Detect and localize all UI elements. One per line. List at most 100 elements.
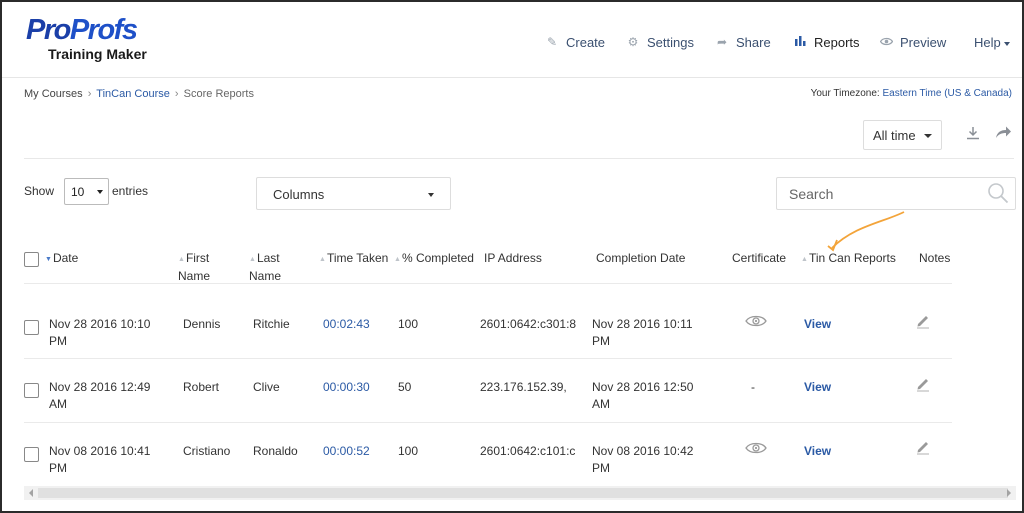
column-header-pct-completed[interactable]: ▲% Completed bbox=[394, 250, 474, 268]
search-icon[interactable] bbox=[987, 182, 1009, 204]
column-header-certificate: Certificate bbox=[732, 251, 787, 265]
certificate-none: - bbox=[751, 380, 755, 394]
certificate-eye-icon[interactable] bbox=[745, 441, 767, 455]
app-window: ProProfs Training Maker ✎ Create ⚙ Setti… bbox=[0, 0, 1024, 513]
time-filter-value: All time bbox=[873, 128, 916, 143]
divider bbox=[24, 158, 1014, 159]
nav-reports[interactable]: Reports bbox=[793, 32, 860, 52]
tin-can-view-link[interactable]: View bbox=[804, 379, 831, 396]
timezone-label: Your Timezone: bbox=[810, 88, 880, 99]
show-label: Show bbox=[24, 184, 55, 198]
cell-time-taken[interactable]: 00:00:30 bbox=[323, 379, 370, 396]
cell-ip-address: 223.176.152.39, bbox=[480, 380, 567, 394]
logo-wordmark-profs: Profs bbox=[69, 14, 138, 46]
timezone-info: Your Timezone: Eastern Time (US & Canada… bbox=[811, 88, 1012, 99]
caret-down-icon bbox=[97, 190, 103, 194]
proprofs-logo[interactable]: ProProfs Training Maker bbox=[26, 16, 166, 64]
cell-date-value: Nov 28 2016 12:49 bbox=[49, 380, 151, 394]
breadcrumb-separator: › bbox=[87, 88, 92, 100]
row-checkbox[interactable] bbox=[24, 447, 39, 462]
scroll-left-icon[interactable] bbox=[29, 489, 33, 497]
caret-down-icon bbox=[428, 193, 434, 197]
cell-date: Nov 28 2016 10:10 PM bbox=[49, 316, 150, 350]
divider bbox=[24, 283, 952, 284]
nav-create[interactable]: ✎ Create bbox=[545, 32, 605, 52]
cell-pct-completed: 50 bbox=[398, 380, 412, 394]
nav-help-label: Help bbox=[974, 34, 1001, 50]
cell-date-value: Nov 08 2016 10:41 bbox=[49, 444, 151, 458]
breadcrumb-course[interactable]: TinCan Course bbox=[96, 88, 170, 100]
breadcrumb: My Courses › TinCan Course › Score Repor… bbox=[24, 88, 254, 100]
horizontal-scrollbar[interactable] bbox=[24, 486, 1016, 500]
sort-icon: ▲ bbox=[801, 256, 808, 263]
cell-last-name: Ronaldo bbox=[253, 444, 298, 458]
divider bbox=[24, 358, 952, 359]
nav-settings-label: Settings bbox=[647, 34, 694, 50]
tin-can-view-link[interactable]: View bbox=[804, 316, 831, 333]
timezone-link[interactable]: Eastern Time (US & Canada) bbox=[883, 88, 1013, 99]
sort-icon: ▲ bbox=[249, 256, 256, 263]
nav-preview-label: Preview bbox=[900, 34, 947, 50]
cell-last-name: Clive bbox=[253, 380, 280, 394]
row-checkbox[interactable] bbox=[24, 320, 39, 335]
entries-select[interactable]: 10 bbox=[64, 178, 109, 205]
column-header-first-name[interactable]: ▲First Name bbox=[178, 250, 238, 285]
breadcrumb-my-courses[interactable]: My Courses bbox=[24, 88, 83, 100]
sort-icon: ▲ bbox=[178, 256, 185, 263]
divider bbox=[24, 422, 952, 423]
cell-date-value: Nov 28 2016 10:10 bbox=[49, 317, 151, 331]
column-header-last-name[interactable]: ▲Last Name bbox=[249, 250, 299, 285]
cell-date-ampm: PM bbox=[49, 334, 67, 348]
nav-create-label: Create bbox=[566, 34, 606, 50]
gear-icon: ⚙ bbox=[627, 35, 639, 49]
cell-completion-date-ampm: PM bbox=[592, 461, 610, 475]
edit-note-pencil-icon[interactable] bbox=[915, 376, 931, 392]
column-header-time-taken[interactable]: ▲Time Taken bbox=[319, 250, 388, 268]
row-checkbox[interactable] bbox=[24, 383, 39, 398]
certificate-eye-icon[interactable] bbox=[745, 314, 767, 328]
share-icon[interactable] bbox=[995, 125, 1012, 143]
breadcrumb-separator: › bbox=[174, 88, 179, 100]
time-filter-dropdown[interactable]: All time bbox=[863, 120, 942, 150]
cell-ip-address: 2601:0642:c101:c bbox=[480, 444, 576, 458]
nav-help[interactable]: Help bbox=[974, 32, 1010, 52]
column-header-tin-can-reports[interactable]: ▲Tin Can Reports bbox=[801, 250, 896, 268]
column-header-notes: Notes bbox=[919, 251, 951, 265]
nav-preview[interactable]: Preview bbox=[879, 32, 946, 52]
caret-down-icon bbox=[1003, 42, 1010, 46]
breadcrumb-current: Score Reports bbox=[183, 88, 254, 100]
cell-time-taken[interactable]: 00:00:52 bbox=[323, 443, 370, 460]
logo-wordmark-pro: Pro bbox=[26, 14, 71, 46]
columns-dropdown[interactable]: Columns bbox=[256, 177, 451, 210]
nav-settings[interactable]: ⚙ Settings bbox=[626, 32, 694, 52]
column-header-time-taken-label: Time Taken bbox=[326, 251, 389, 265]
caret-down-icon bbox=[924, 134, 932, 138]
column-header-date-label: Date bbox=[52, 251, 79, 265]
column-header-date[interactable]: ▼Date bbox=[45, 250, 78, 268]
select-all-checkbox[interactable] bbox=[24, 252, 39, 267]
search-input[interactable] bbox=[776, 177, 1016, 210]
cell-first-name: Robert bbox=[183, 380, 220, 394]
edit-note-pencil-icon[interactable] bbox=[915, 439, 931, 455]
scroll-right-icon[interactable] bbox=[1007, 489, 1011, 497]
edit-note-pencil-icon[interactable] bbox=[915, 313, 931, 329]
tin-can-view-link[interactable]: View bbox=[804, 443, 831, 460]
column-header-pct-completed-label: % Completed bbox=[401, 251, 474, 265]
cell-completion-date-ampm: AM bbox=[592, 397, 610, 411]
download-icon[interactable] bbox=[966, 126, 980, 144]
logo-subtitle: Training Maker bbox=[48, 46, 147, 62]
scrollbar-thumb[interactable] bbox=[38, 488, 1008, 498]
cell-completion-date-value: Nov 28 2016 12:50 bbox=[592, 380, 694, 394]
cell-first-name: Dennis bbox=[183, 317, 221, 331]
bar-chart-icon bbox=[793, 35, 807, 49]
column-header-tin-can-reports-label: Tin Can Reports bbox=[808, 251, 896, 265]
top-header: ProProfs Training Maker ✎ Create ⚙ Setti… bbox=[2, 2, 1022, 78]
cell-pct-completed: 100 bbox=[398, 444, 419, 458]
logo-wordmark: ProProfs bbox=[26, 16, 166, 45]
cell-completion-date: Nov 28 2016 12:50 AM bbox=[592, 379, 693, 413]
cell-date: Nov 28 2016 12:49 AM bbox=[49, 379, 150, 413]
eye-icon bbox=[879, 35, 893, 49]
nav-share[interactable]: ➦ Share bbox=[715, 32, 771, 52]
cell-time-taken[interactable]: 00:02:43 bbox=[323, 316, 370, 333]
cell-ip-address: 2601:0642:c301:8 bbox=[480, 317, 577, 331]
